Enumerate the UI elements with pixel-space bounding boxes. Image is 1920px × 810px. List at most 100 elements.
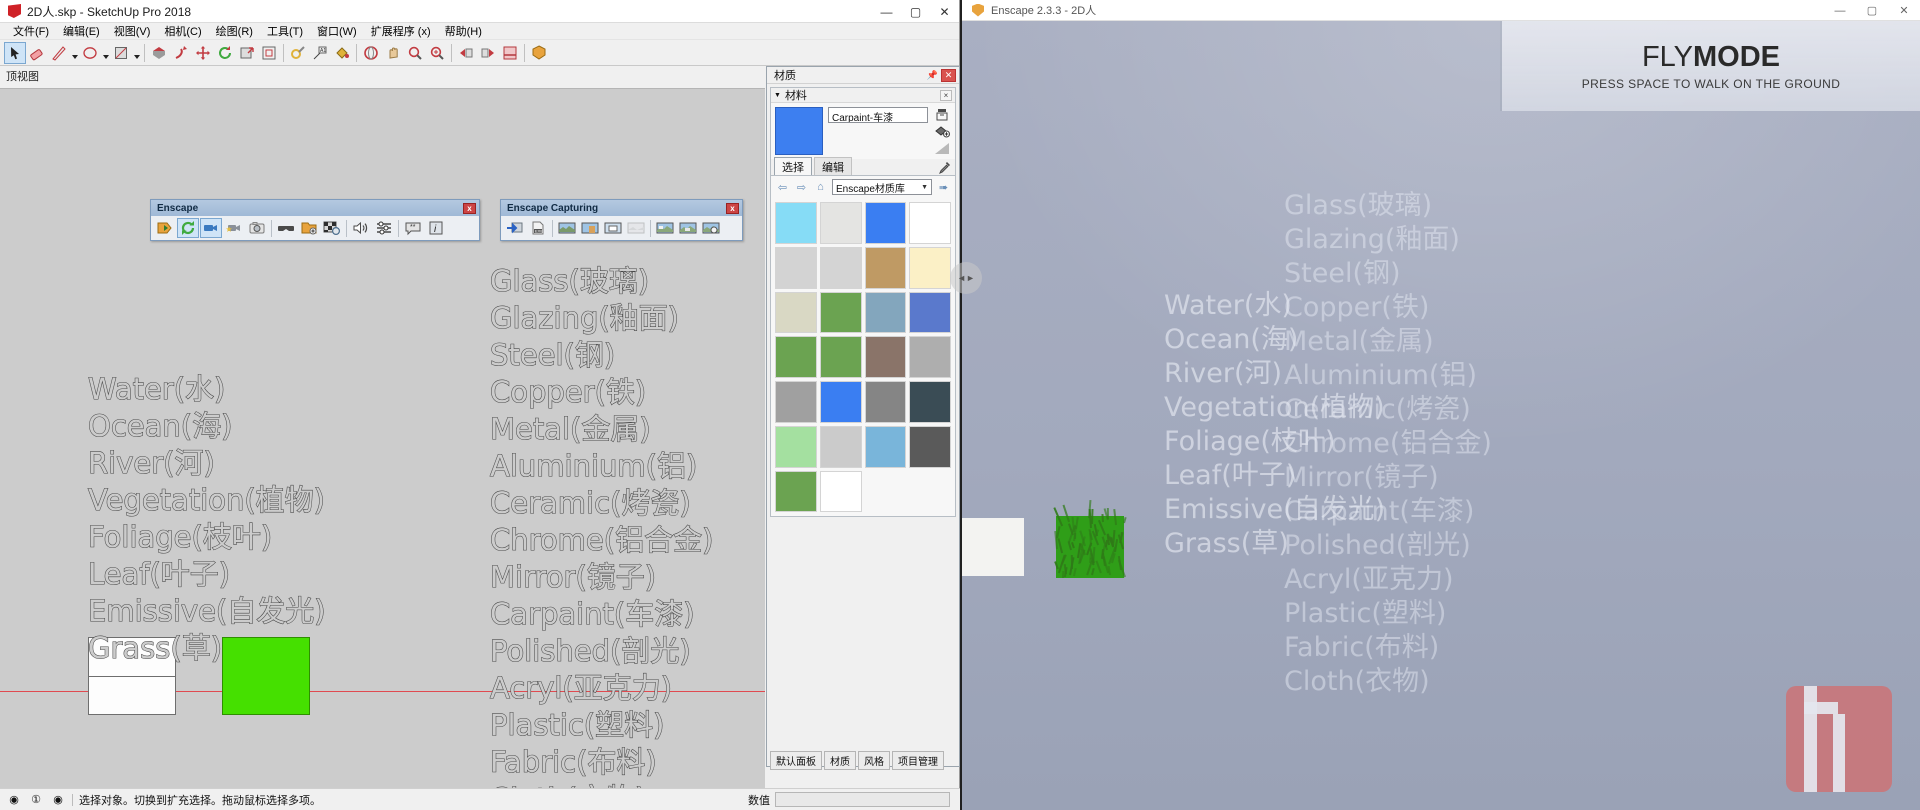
menu-item-7[interactable]: 扩展程序 (x) (364, 23, 438, 39)
material-swatch[interactable] (820, 426, 862, 468)
material-swatch[interactable] (909, 426, 951, 468)
material-swatch[interactable] (775, 381, 817, 423)
home-icon[interactable]: ⌂ (813, 180, 828, 195)
menu-item-2[interactable]: 视图(V) (107, 23, 158, 39)
back-arrow-icon[interactable]: ⇦ (775, 180, 790, 195)
previous-view-button[interactable] (455, 42, 477, 64)
scale-tool-button[interactable] (236, 42, 258, 64)
create-material-icon[interactable] (934, 107, 950, 121)
pin-icon[interactable]: 📌 (927, 70, 938, 81)
render-video-icon[interactable] (677, 218, 699, 238)
enscape-toolbar-titlebar[interactable]: Enscape x (151, 200, 479, 216)
pushpull-tool-button[interactable] (148, 42, 170, 64)
library-select[interactable]: Enscape材质库 ▼ (832, 179, 932, 195)
arc-tool-button[interactable] (79, 42, 101, 64)
material-swatch[interactable] (909, 247, 951, 289)
material-swatch[interactable] (820, 336, 862, 378)
menu-item-3[interactable]: 相机(C) (157, 23, 208, 39)
material-swatch[interactable] (820, 381, 862, 423)
current-material-swatch[interactable] (775, 107, 823, 155)
tray-tab-1[interactable]: 材质 (824, 751, 856, 770)
video-path-icon[interactable] (223, 218, 245, 238)
start-enscape-icon[interactable] (154, 218, 176, 238)
material-swatch[interactable] (909, 292, 951, 334)
menu-item-5[interactable]: 工具(T) (260, 23, 310, 39)
measurement-input[interactable] (775, 792, 950, 807)
eyedropper-icon[interactable] (936, 160, 952, 175)
material-swatch[interactable] (775, 426, 817, 468)
pan-tool-button[interactable] (382, 42, 404, 64)
asset-library-icon[interactable] (298, 218, 320, 238)
paint-bucket-icon[interactable] (934, 124, 950, 138)
vr-headset-icon[interactable] (275, 218, 297, 238)
enscape-close-button[interactable]: ✕ (1888, 0, 1920, 21)
enscape-toolbar-close-icon[interactable]: x (463, 203, 476, 214)
group-close-icon[interactable]: × (940, 90, 952, 101)
material-swatch[interactable] (865, 336, 907, 378)
person-icon[interactable]: ◉ (50, 792, 66, 808)
forward-arrow-icon[interactable]: ⇨ (794, 180, 809, 195)
enscape-maximize-button[interactable]: ▢ (1856, 0, 1888, 21)
menu-item-8[interactable]: 帮助(H) (438, 23, 489, 39)
orbit-tool-button[interactable] (360, 42, 382, 64)
synchronize-views-icon[interactable] (177, 218, 199, 238)
capturing-toolbar-close-icon[interactable]: x (726, 203, 739, 214)
section-plane-button[interactable] (499, 42, 521, 64)
material-swatch[interactable] (865, 247, 907, 289)
tray-close-icon[interactable]: ✕ (941, 69, 956, 82)
material-swatch[interactable] (865, 381, 907, 423)
material-tab-edit[interactable]: 编辑 (814, 157, 852, 175)
enscape-launch-button[interactable] (528, 42, 550, 64)
eraser-tool-button[interactable] (26, 42, 48, 64)
batch-render-icon[interactable] (700, 218, 722, 238)
material-swatch[interactable] (820, 292, 862, 334)
tray-tab-3[interactable]: 项目管理 (892, 751, 944, 770)
maximize-button[interactable]: ▢ (901, 0, 930, 23)
material-swatch[interactable] (909, 202, 951, 244)
menu-item-6[interactable]: 窗口(W) (310, 23, 364, 39)
next-view-button[interactable] (477, 42, 499, 64)
followme-tool-button[interactable] (170, 42, 192, 64)
move-tool-button[interactable] (192, 42, 214, 64)
material-swatch[interactable] (775, 292, 817, 334)
material-swatch[interactable] (865, 426, 907, 468)
capturing-toolbar-titlebar[interactable]: Enscape Capturing x (501, 200, 742, 216)
rectangle-dropdown-icon[interactable] (132, 42, 141, 64)
material-swatch[interactable] (820, 202, 862, 244)
material-swatch[interactable] (775, 202, 817, 244)
material-swatch[interactable] (909, 336, 951, 378)
material-swatch[interactable] (820, 247, 862, 289)
menu-item-4[interactable]: 绘图(R) (209, 23, 260, 39)
menu-item-1[interactable]: 编辑(E) (56, 23, 107, 39)
rectangle-tool-button[interactable] (110, 42, 132, 64)
panorama-locked-icon[interactable] (625, 218, 647, 238)
collapse-caret-icon[interactable]: ▼ (774, 92, 781, 99)
chevron-down-icon[interactable]: ▼ (921, 184, 928, 191)
material-swatch[interactable] (775, 247, 817, 289)
stereo-panorama-icon[interactable] (579, 218, 601, 238)
panel-resize-grip[interactable]: ◄► (950, 262, 982, 294)
line-dropdown-icon[interactable] (70, 42, 79, 64)
render-image-icon[interactable] (654, 218, 676, 238)
menu-item-0[interactable]: 文件(F) (6, 23, 56, 39)
sketchup-viewport[interactable]: Water(水) Ocean(海) River(河) Vegetation(植物) Fo… (0, 88, 765, 788)
about-icon[interactable]: i (425, 218, 447, 238)
tray-tab-0[interactable]: 默认面板 (770, 751, 822, 770)
rotate-tool-button[interactable] (214, 42, 236, 64)
material-swatch[interactable] (775, 336, 817, 378)
visual-settings-icon[interactable] (373, 218, 395, 238)
exe-standalone-icon[interactable]: EXE (527, 218, 549, 238)
select-tool-button[interactable] (4, 42, 26, 64)
sound-settings-icon[interactable] (350, 218, 372, 238)
export-icon[interactable] (504, 218, 526, 238)
material-editor-icon[interactable] (321, 218, 343, 238)
feedback-icon[interactable]: ** (402, 218, 424, 238)
material-swatch[interactable] (865, 202, 907, 244)
enscape-minimize-button[interactable]: — (1824, 0, 1856, 21)
material-swatch[interactable] (775, 471, 817, 513)
zoom-tool-button[interactable] (404, 42, 426, 64)
materials-group-header[interactable]: ▼ 材料 × (771, 88, 955, 103)
paint-bucket-tool-button[interactable] (331, 42, 353, 64)
material-swatch[interactable] (820, 471, 862, 513)
material-swatch[interactable] (865, 292, 907, 334)
